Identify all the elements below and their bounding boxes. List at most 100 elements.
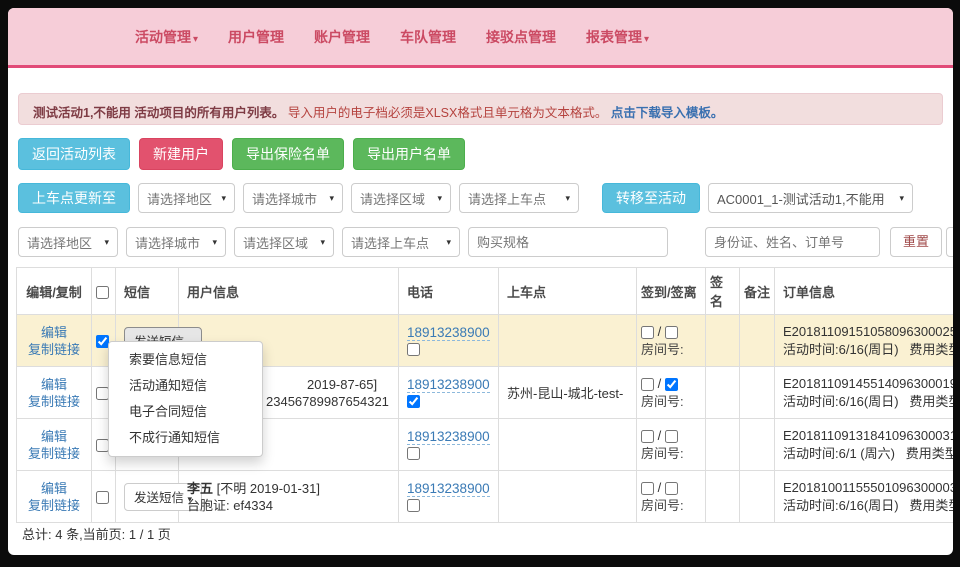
copy-link[interactable]: 复制链接 (25, 393, 83, 410)
menu-item-econtract-sms[interactable]: 电子合同短信 (109, 399, 262, 425)
transfer-to-activity-button[interactable]: 转移至活动 (602, 183, 700, 213)
checkout-checkbox[interactable] (665, 326, 678, 339)
checkin-checkbox[interactable] (641, 430, 654, 443)
order-number: E20181109131841096300031 (783, 427, 953, 445)
phone-checkbox[interactable] (407, 447, 420, 460)
activity-select[interactable]: AC0001_1-测试活动1,不能用▾ (708, 183, 913, 213)
page-alert: 测试活动1,不能用 活动项目的所有用户列表。 导入用户的电子档必须是XLSX格式… (18, 93, 943, 125)
district-filter-select[interactable]: 请选择区域▾ (234, 227, 334, 257)
col-edit-copy: 编辑/复制 (17, 268, 92, 315)
col-phone: 电话 (399, 268, 499, 315)
checkin-checkbox[interactable] (641, 326, 654, 339)
alert-message: 导入用户的电子档必须是XLSX格式且单元格为文本格式。 (288, 106, 607, 120)
room-number-label: 房间号: (641, 341, 701, 359)
col-signature: 签名 (706, 268, 740, 315)
sms-dropdown-menu: 索要信息短信 活动通知短信 电子合同短信 不成行通知短信 (108, 341, 263, 457)
copy-link[interactable]: 复制链接 (25, 497, 83, 514)
reset-button[interactable]: 重置 (890, 227, 942, 257)
room-number-label: 房间号: (641, 497, 701, 515)
download-template-link[interactable]: 点击下载导入模板。 (611, 106, 724, 120)
checkout-checkbox[interactable] (665, 378, 678, 391)
table-row: 编辑复制链接 发送短信 ▾ 李五 [不明 2019-01-31]台胞证: ef4… (17, 471, 954, 523)
nav-report-management[interactable]: 报表管理▾ (586, 27, 649, 47)
order-meta: 活动时间:6/16(周日) 费用类型 (783, 393, 953, 411)
room-number-label: 房间号: (641, 393, 701, 411)
order-number: E20181001155501096300003 (783, 479, 953, 497)
region-filter-select[interactable]: 请选择地区▾ (18, 227, 118, 257)
col-user-info: 用户信息 (179, 268, 399, 315)
nav-activity-management[interactable]: 活动管理▾ (135, 27, 198, 47)
purchase-spec-input[interactable] (468, 227, 668, 257)
caret-down-icon: ▾ (446, 237, 451, 248)
order-number: E20181109145514096300019 (783, 375, 953, 393)
phone-link[interactable]: 18913238900 (407, 481, 490, 497)
nav-fleet-management[interactable]: 车队管理 (400, 27, 456, 47)
pickup-update-toolbar: 上车点更新至 请选择地区▾ 请选择城市▾ 请选择区域▾ 请选择上车点▾ 转移至活… (18, 183, 913, 213)
row-checkbox[interactable] (96, 491, 109, 504)
export-insurance-list-button[interactable]: 导出保险名单 (232, 138, 344, 170)
city-select[interactable]: 请选择城市▾ (243, 183, 343, 213)
caret-down-icon: ▾ (899, 193, 904, 204)
order-meta: 活动时间:6/1 (周六) 费用类型 (783, 445, 953, 463)
update-pickup-point-button[interactable]: 上车点更新至 (18, 183, 130, 213)
table-header-row: 编辑/复制 短信 用户信息 电话 上车点 签到/签离 签名 备注 订单信息 (17, 268, 954, 315)
copy-link[interactable]: 复制链接 (25, 445, 83, 462)
col-select-all (92, 268, 116, 315)
col-checkin-checkout: 签到/签离 (637, 268, 706, 315)
filter-button[interactable]: 过滤 (946, 227, 953, 257)
checkin-checkbox[interactable] (641, 482, 654, 495)
phone-checkbox[interactable] (407, 343, 420, 356)
export-user-list-button[interactable]: 导出用户名单 (353, 138, 465, 170)
order-meta: 活动时间:6/16(周日) 费用类型 (783, 341, 953, 359)
menu-item-request-info-sms[interactable]: 索要信息短信 (109, 347, 262, 373)
edit-link[interactable]: 编辑 (25, 480, 83, 497)
caret-down-icon: ▾ (329, 193, 334, 204)
search-input[interactable] (705, 227, 880, 257)
note-cell (740, 419, 775, 471)
nav-user-management[interactable]: 用户管理 (228, 27, 284, 47)
phone-checkbox[interactable] (407, 499, 420, 512)
pickup-cell (499, 471, 637, 523)
back-to-activity-list-button[interactable]: 返回活动列表 (18, 138, 130, 170)
phone-link[interactable]: 18913238900 (407, 325, 490, 341)
city-filter-select[interactable]: 请选择城市▾ (126, 227, 226, 257)
pickup-cell: 苏州-昆山-城北-test- (499, 367, 637, 419)
pickup-point-filter-select[interactable]: 请选择上车点▾ (342, 227, 460, 257)
edit-link[interactable]: 编辑 (25, 428, 83, 445)
checkout-checkbox[interactable] (665, 482, 678, 495)
nav-pickup-point-management[interactable]: 接驳点管理 (486, 27, 556, 47)
district-select[interactable]: 请选择区域▾ (351, 183, 451, 213)
search-filter-toolbar: 请选择地区▾ 请选择城市▾ 请选择区域▾ 请选择上车点▾ 重置 过滤 (18, 227, 953, 257)
edit-link[interactable]: 编辑 (25, 324, 83, 341)
new-user-button[interactable]: 新建用户 (139, 138, 223, 170)
menu-item-cancel-notice-sms[interactable]: 不成行通知短信 (109, 425, 262, 451)
note-cell (740, 367, 775, 419)
caret-down-icon: ▾ (193, 34, 198, 45)
col-pickup-point: 上车点 (499, 268, 637, 315)
checkin-checkbox[interactable] (641, 378, 654, 391)
signature-cell (706, 419, 740, 471)
signature-cell (706, 315, 740, 367)
phone-link[interactable]: 18913238900 (407, 377, 490, 393)
edit-link[interactable]: 编辑 (25, 376, 83, 393)
col-sms: 短信 (116, 268, 179, 315)
pagination-summary: 总计: 4 条,当前页: 1 / 1 页 (22, 524, 171, 543)
app-window: 活动管理▾ 用户管理 账户管理 车队管理 接驳点管理 报表管理▾ 测试活动1,不… (8, 8, 953, 555)
room-number-label: 房间号: (641, 445, 701, 463)
copy-link[interactable]: 复制链接 (25, 341, 83, 358)
caret-down-icon: ▾ (104, 237, 109, 248)
note-cell (740, 471, 775, 523)
nav-account-management[interactable]: 账户管理 (314, 27, 370, 47)
note-cell (740, 315, 775, 367)
phone-link[interactable]: 18913238900 (407, 429, 490, 445)
caret-down-icon: ▾ (437, 193, 442, 204)
caret-down-icon: ▾ (565, 193, 570, 204)
phone-checkbox[interactable] (407, 395, 420, 408)
col-order-info: 订单信息 (775, 268, 954, 315)
pickup-point-select[interactable]: 请选择上车点▾ (459, 183, 579, 213)
menu-item-activity-notice-sms[interactable]: 活动通知短信 (109, 373, 262, 399)
top-navbar: 活动管理▾ 用户管理 账户管理 车队管理 接驳点管理 报表管理▾ (8, 8, 953, 68)
region-select[interactable]: 请选择地区▾ (138, 183, 235, 213)
select-all-checkbox[interactable] (96, 286, 109, 299)
checkout-checkbox[interactable] (665, 430, 678, 443)
